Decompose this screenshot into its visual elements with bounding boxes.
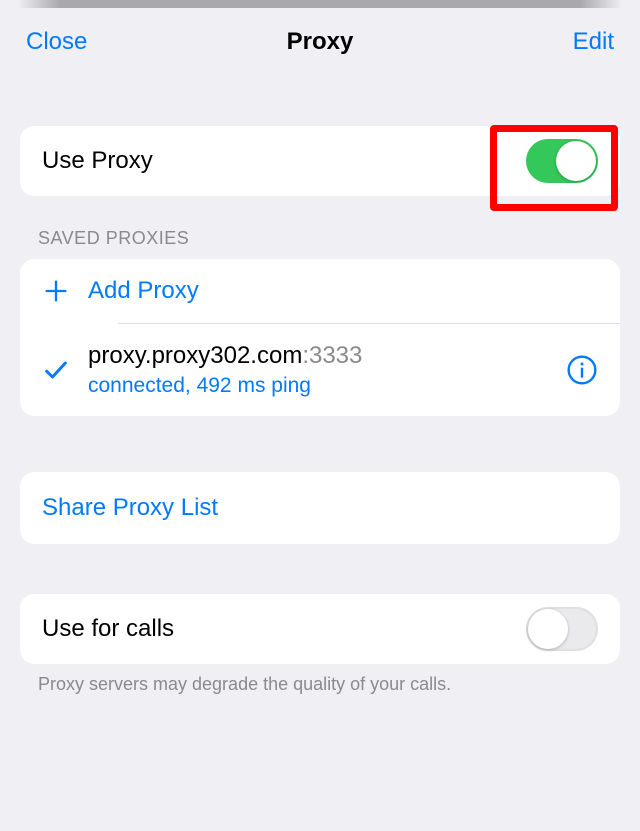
proxy-port: :3333 [302, 342, 362, 369]
info-icon[interactable] [566, 354, 598, 386]
nav-bar: Close Proxy Edit [0, 8, 640, 78]
use-proxy-toggle[interactable] [526, 139, 598, 183]
add-proxy-button[interactable]: Add Proxy [20, 259, 620, 323]
plus-icon [42, 277, 88, 305]
saved-proxies-group: Add Proxy proxy.proxy302.com:3333 connec… [20, 259, 620, 416]
proxy-host: proxy.proxy302.com [88, 342, 302, 369]
use-proxy-label: Use Proxy [42, 147, 526, 175]
checkmark-icon [42, 356, 88, 384]
use-for-calls-group: Use for calls [20, 594, 620, 664]
saved-proxies-header: SAVED PROXIES [0, 196, 640, 259]
calls-footer-text: Proxy servers may degrade the quality of… [0, 664, 640, 695]
toggle-knob [556, 141, 596, 181]
use-for-calls-toggle[interactable] [526, 607, 598, 651]
use-proxy-group: Use Proxy [20, 126, 620, 196]
edit-button[interactable]: Edit [534, 28, 614, 56]
add-proxy-label: Add Proxy [88, 277, 199, 305]
use-for-calls-label: Use for calls [42, 615, 526, 643]
share-proxy-list-button[interactable]: Share Proxy List [20, 472, 620, 544]
sheet-top-overlay [0, 0, 640, 8]
close-button[interactable]: Close [26, 28, 106, 56]
share-group: Share Proxy List [20, 472, 620, 544]
proxy-item[interactable]: proxy.proxy302.com:3333 connected, 492 m… [20, 324, 620, 416]
page-title: Proxy [287, 28, 354, 56]
proxy-status: connected, 492 ms ping [88, 374, 556, 398]
toggle-knob [528, 609, 568, 649]
